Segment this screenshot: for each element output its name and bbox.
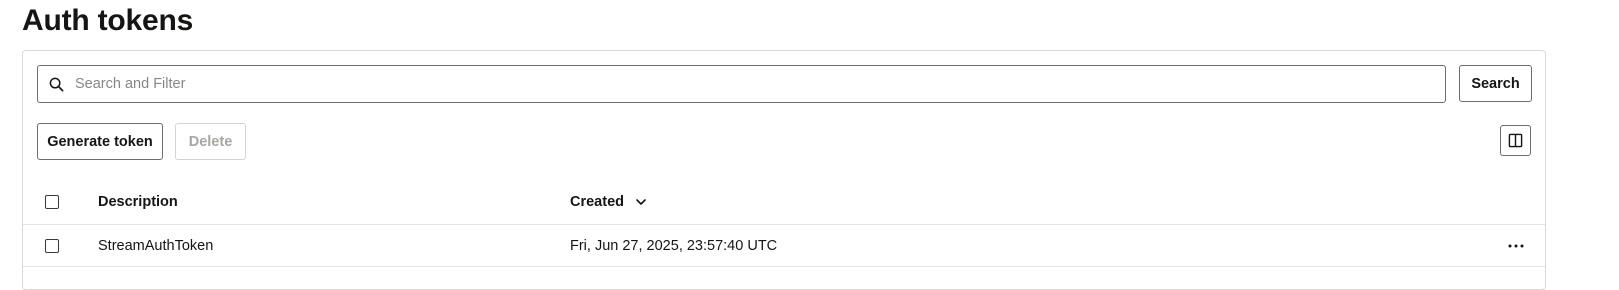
columns-icon <box>1508 133 1523 148</box>
search-input[interactable] <box>75 69 1375 99</box>
select-all-cell <box>45 179 59 224</box>
select-all-checkbox[interactable] <box>45 194 59 209</box>
created-cell: Fri, Jun 27, 2025, 23:57:40 UTC <box>570 225 777 266</box>
column-header-created[interactable]: Created <box>570 179 647 224</box>
column-header-description: Description <box>98 179 178 224</box>
more-horizontal-icon <box>1508 244 1524 247</box>
chevron-down-icon[interactable] <box>635 196 647 208</box>
row-select-cell <box>45 225 59 266</box>
column-header-label: Description <box>98 193 178 210</box>
description-cell: StreamAuthToken <box>98 225 213 266</box>
search-field[interactable] <box>37 65 1446 103</box>
table-row[interactable]: StreamAuthToken Fri, Jun 27, 2025, 23:57… <box>23 225 1545 267</box>
row-checkbox[interactable] <box>45 238 59 253</box>
delete-button[interactable]: Delete <box>175 123 246 160</box>
tokens-panel: Search Generate token Delete Description… <box>22 50 1546 290</box>
page-title: Auth tokens <box>22 4 194 37</box>
table-header-row: Description Created <box>23 179 1545 225</box>
generate-token-button[interactable]: Generate token <box>37 123 163 160</box>
search-button[interactable]: Search <box>1459 65 1532 102</box>
column-header-label: Created <box>570 193 624 210</box>
manage-columns-button[interactable] <box>1500 125 1531 156</box>
row-actions-button[interactable] <box>1506 225 1526 266</box>
token-description: StreamAuthToken <box>98 237 214 254</box>
search-icon <box>49 77 64 91</box>
token-created: Fri, Jun 27, 2025, 23:57:40 UTC <box>570 237 778 254</box>
